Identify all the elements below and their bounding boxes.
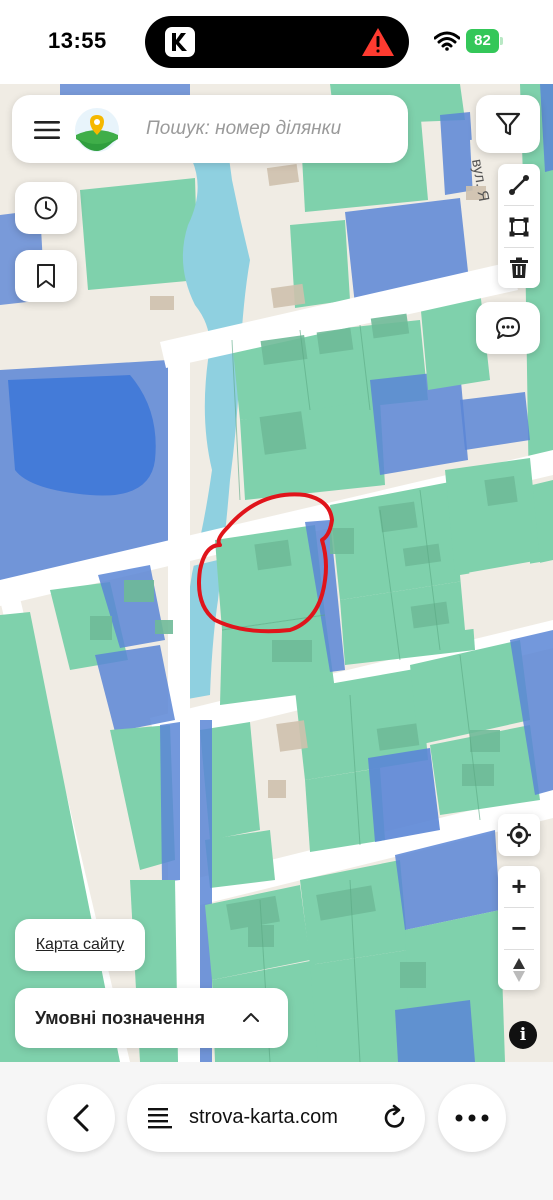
address-bar[interactable]: strova-karta.com: [127, 1084, 425, 1152]
reload-icon[interactable]: [381, 1104, 409, 1132]
battery-level: 82: [466, 29, 499, 53]
zoom-out-button[interactable]: −: [498, 908, 540, 949]
dynamic-island: [145, 16, 409, 68]
map-canvas[interactable]: вул. Я: [0, 84, 553, 1062]
sitemap-link[interactable]: Карта сайту: [15, 919, 145, 971]
crosshair-icon: [507, 823, 531, 847]
zoom-controls: + −: [498, 866, 540, 990]
chevron-left-icon: [73, 1104, 89, 1132]
ruler-line-icon: [509, 174, 529, 195]
chat-icon: [496, 317, 520, 339]
chat-button[interactable]: [476, 302, 540, 354]
status-time: 13:55: [48, 28, 107, 53]
chevron-up-icon: [243, 1013, 259, 1022]
search-bar[interactable]: [12, 95, 408, 163]
filter-icon: [495, 112, 521, 136]
measure-toolbar: [498, 164, 540, 288]
measure-area-button[interactable]: [498, 206, 540, 247]
filter-button[interactable]: [476, 95, 540, 153]
app-badge-icon: [165, 27, 195, 57]
logo-icon: [74, 107, 120, 153]
hamburger-menu-icon[interactable]: [34, 121, 60, 139]
more-dots-icon: [455, 1114, 489, 1122]
compass-button[interactable]: [498, 949, 540, 990]
browser-toolbar: strova-karta.com: [0, 1062, 553, 1200]
search-input[interactable]: [146, 115, 376, 143]
zoom-in-button[interactable]: +: [498, 866, 540, 907]
info-button[interactable]: i: [509, 1021, 537, 1049]
legend-label: Умовні позначення: [35, 1008, 206, 1028]
back-button[interactable]: [47, 1084, 115, 1152]
cadastral-map[interactable]: вул. Я: [0, 84, 553, 1062]
history-button[interactable]: [15, 182, 77, 234]
status-bar: 13:55 82: [0, 0, 553, 84]
polygon-icon: [509, 217, 529, 236]
battery-indicator: 82: [466, 29, 504, 53]
legend-button[interactable]: Умовні позначення: [15, 988, 288, 1048]
more-options-button[interactable]: [438, 1084, 506, 1152]
clock-icon: [34, 196, 58, 220]
delete-measure-button[interactable]: [498, 247, 540, 288]
trash-icon: [510, 257, 528, 278]
bookmark-icon: [37, 264, 55, 288]
reader-icon[interactable]: [147, 1106, 173, 1130]
measure-distance-button[interactable]: [498, 164, 540, 205]
url-text: strova-karta.com: [189, 1106, 338, 1128]
wifi-icon: [433, 31, 461, 51]
warning-icon: [361, 26, 395, 58]
locate-me-button[interactable]: [498, 814, 540, 856]
app-screen: 13:55 82 вул. Я Пошук: номер ділянки + −…: [0, 0, 553, 1200]
compass-icon: [513, 957, 525, 982]
bookmark-button[interactable]: [15, 250, 77, 302]
